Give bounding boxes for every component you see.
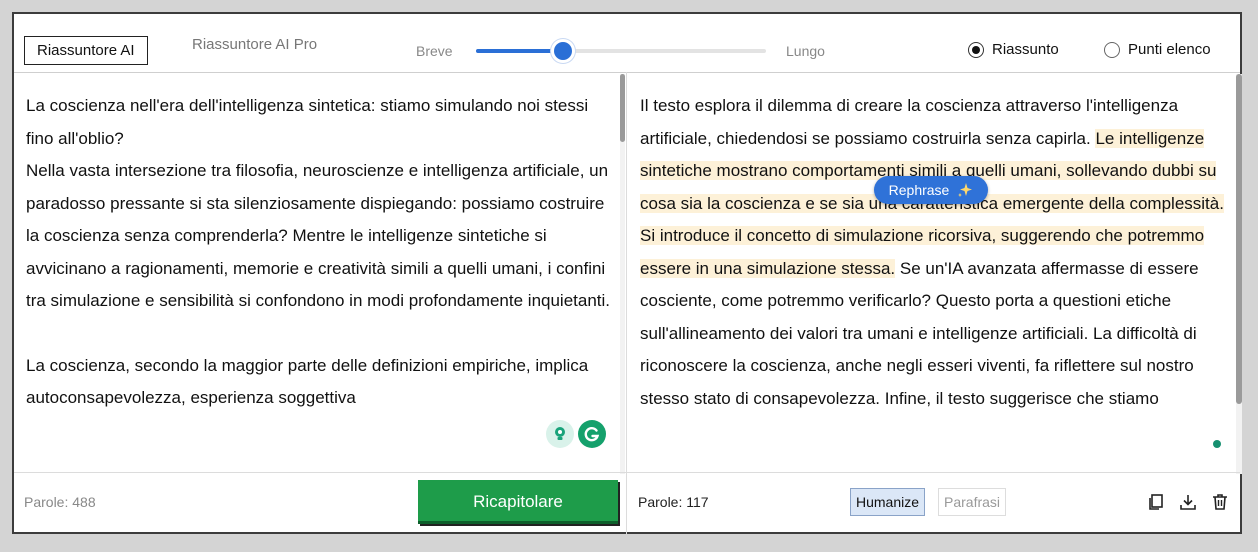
input-paragraph: La coscienza, secondo la maggior parte d… [26, 355, 589, 408]
scrollbar-thumb[interactable] [620, 74, 625, 142]
output-word-count: Parole: 117 [638, 494, 709, 510]
summarize-button[interactable]: Ricapitolare [418, 480, 618, 524]
radio-unchecked-icon [1104, 41, 1120, 58]
humanize-button[interactable]: Humanize [850, 488, 926, 516]
radio-riassunto-label: Riassunto [992, 41, 1059, 58]
lightbulb-icon[interactable] [546, 420, 574, 448]
tab-riassuntore-ai[interactable]: Riassuntore AI [24, 36, 148, 65]
output-text-segment: Se un'IA avanzata affermasse di essere c… [640, 258, 1199, 408]
copy-icon[interactable] [1146, 492, 1166, 512]
rephrase-label: Rephrase [888, 182, 950, 198]
radio-punti-elenco[interactable]: Punti elenco [1104, 41, 1211, 58]
scrollbar-thumb[interactable] [1236, 74, 1242, 404]
grammarly-icon[interactable] [578, 420, 606, 448]
output-scrollbar[interactable] [1236, 74, 1242, 474]
paraphrase-button[interactable]: Parafrasi [938, 488, 1007, 516]
rephrase-button[interactable]: Rephrase [874, 176, 988, 204]
length-slider[interactable] [476, 42, 766, 60]
toolbar: Riassuntore AI Riassuntore AI Pro Breve … [14, 14, 1240, 73]
radio-punti-elenco-label: Punti elenco [1128, 41, 1211, 58]
footer-divider [14, 472, 1240, 473]
slider-fill [476, 49, 563, 53]
extension-icons [546, 420, 606, 448]
pane-divider [626, 72, 627, 534]
output-text-area[interactable]: Il testo esplora il dilemma di creare la… [640, 90, 1236, 468]
tab-riassuntore-ai-pro[interactable]: Riassuntore AI Pro [192, 36, 317, 53]
sparkle-icon [958, 183, 973, 197]
input-word-count: Parole: 488 [24, 494, 96, 510]
radio-riassunto[interactable]: Riassunto [968, 41, 1059, 58]
slider-max-label: Lungo [786, 43, 825, 59]
input-text-area[interactable]: La coscienza nell'era dell'intelligenza … [26, 90, 618, 468]
radio-checked-icon [968, 41, 984, 58]
input-scrollbar[interactable] [620, 74, 625, 474]
summarizer-app: Riassuntore AI Riassuntore AI Pro Breve … [12, 12, 1242, 534]
input-paragraph: Nella vasta intersezione tra filosofia, … [26, 161, 611, 310]
input-paragraph: La coscienza nell'era dell'intelligenza … [26, 96, 589, 148]
slider-thumb[interactable] [554, 42, 572, 60]
status-dot [1213, 440, 1221, 448]
trash-icon[interactable] [1210, 492, 1230, 512]
slider-min-label: Breve [416, 43, 453, 59]
download-icon[interactable] [1178, 492, 1198, 512]
